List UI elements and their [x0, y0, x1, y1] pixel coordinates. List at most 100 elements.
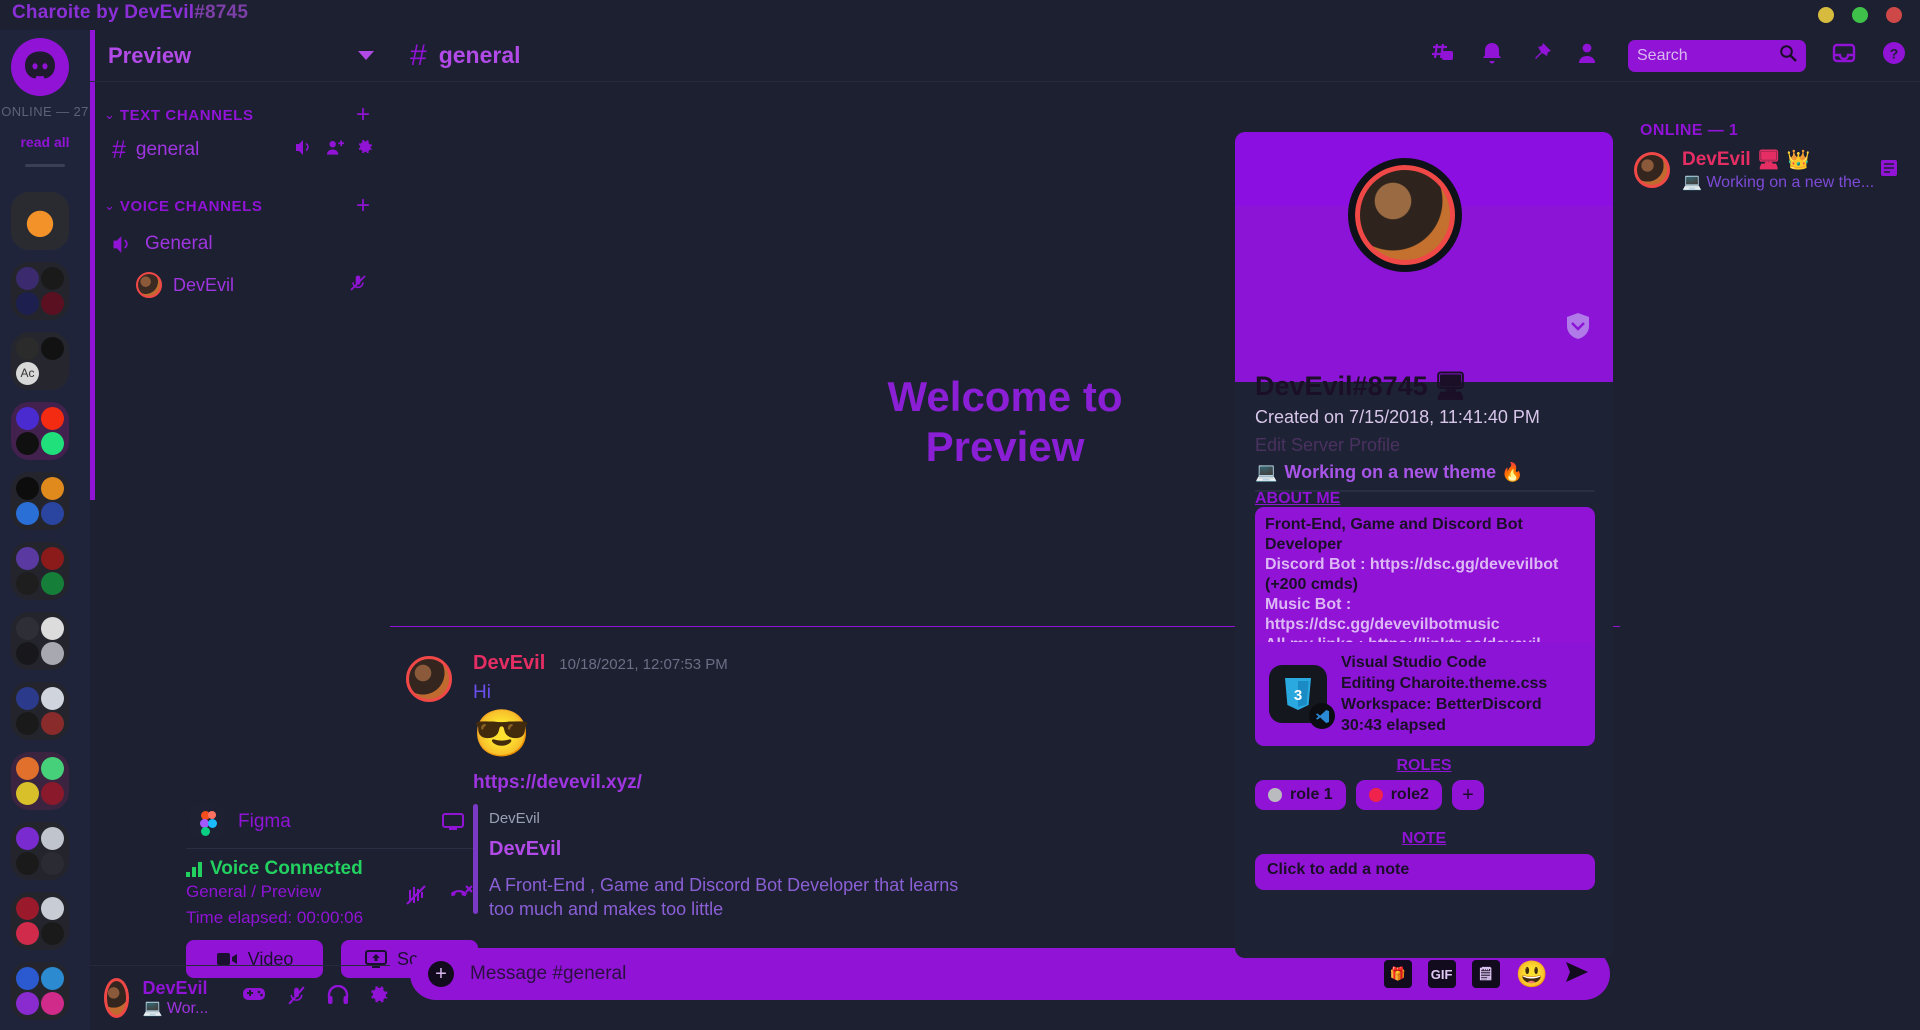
guild-icon-9[interactable] [11, 752, 69, 810]
gear-icon[interactable] [357, 139, 374, 161]
channel-actions [295, 139, 374, 161]
channel-header: # general Search ? [390, 30, 1920, 82]
sidebar-accent-bar [90, 30, 95, 500]
avatar[interactable] [406, 656, 452, 702]
add-member-icon[interactable] [326, 139, 345, 161]
avatar [1634, 152, 1670, 188]
mic-muted-icon [348, 273, 368, 298]
message-author[interactable]: DevEvil [473, 652, 545, 675]
guild-icon-12[interactable] [11, 962, 69, 1020]
role-color-dot [1368, 788, 1383, 802]
sticker-icon[interactable]: 🗒 [1471, 960, 1500, 988]
laptop-emoji-icon: 💻 [1255, 462, 1278, 482]
edit-server-profile-button[interactable]: Edit Server Profile [1255, 435, 1400, 456]
threads-icon[interactable] [1429, 42, 1455, 69]
profile-custom-status: 💻 Working on a new theme 🔥 [1255, 462, 1595, 483]
emoji-icon[interactable]: 😃 [1516, 961, 1548, 987]
inbox-icon[interactable] [1832, 42, 1856, 69]
bell-icon[interactable] [1481, 42, 1503, 70]
guild-icon-6[interactable] [11, 542, 69, 600]
guild-icon-5[interactable] [11, 472, 69, 530]
attach-button[interactable]: + [428, 961, 454, 987]
role-color-dot [1268, 788, 1282, 802]
avatar[interactable] [1348, 158, 1462, 272]
category-voice-channels[interactable]: ⌄ VOICE CHANNELS + [90, 193, 390, 219]
role-chip-2[interactable]: role2 [1355, 780, 1442, 810]
read-all-button[interactable]: read all [0, 134, 90, 150]
crown-icon: 👑 [1786, 150, 1811, 171]
svg-text:?: ? [1890, 46, 1899, 62]
role-label: role 1 [1290, 786, 1333, 803]
guild-icon-8[interactable] [11, 682, 69, 740]
headphones-icon[interactable] [327, 984, 349, 1011]
guild-icon-3[interactable]: Ac [11, 332, 69, 390]
embed-description: A Front-End , Game and Discord Bot Devel… [489, 875, 959, 919]
help-icon[interactable]: ? [1882, 41, 1906, 70]
message-link[interactable]: https://devevil.xyz/ [473, 772, 642, 794]
rail-online-count: ONLINE — 27 [1, 104, 89, 119]
add-role-button[interactable]: + [1451, 780, 1484, 810]
activity-workspace: Workspace: BetterDiscord [1341, 696, 1542, 713]
verified-shield-icon[interactable] [1565, 312, 1591, 345]
user-profile-popout: DevEvil#8745 🖥 Created on 7/15/2018, 11:… [1235, 132, 1613, 958]
note-placeholder: Click to add a note [1267, 861, 1410, 878]
member-name: DevEvil [1682, 149, 1751, 170]
speaker-icon[interactable] [295, 139, 314, 161]
category-label: TEXT CHANNELS [119, 106, 254, 124]
avatar[interactable] [104, 978, 130, 1018]
window-title-main: Charoite by DevEvil [12, 2, 195, 23]
home-button[interactable] [11, 38, 69, 96]
add-text-channel-button[interactable]: + [356, 103, 370, 127]
role-label: role2 [1390, 786, 1429, 803]
note-input[interactable]: Click to add a note [1255, 854, 1595, 890]
guild-icon-7[interactable] [11, 612, 69, 670]
message-emoji: 😎 [473, 707, 531, 759]
avatar [136, 272, 162, 298]
desktop-icon: 🖥 [1756, 150, 1781, 171]
about-me-heading: ABOUT ME [1255, 490, 1341, 507]
members-icon[interactable] [1578, 42, 1602, 69]
member-list: ONLINE — 1 DevEvil 🖥 👑 💻 Working on a ne… [1620, 82, 1920, 1030]
message-timestamp: 10/18/2021, 12:07:53 PM [559, 656, 728, 673]
gamepad-icon[interactable] [242, 985, 266, 1011]
channel-general-text[interactable]: # general [90, 133, 390, 167]
member-row-devevil[interactable]: DevEvil 🖥 👑 💻 Working on a new the... [1634, 146, 1920, 194]
mic-muted-icon[interactable] [286, 985, 307, 1011]
role-chip-1[interactable]: role 1 [1255, 780, 1346, 810]
profile-activity-card[interactable]: 3 Visual Studio Code Editing Charoite.th… [1255, 642, 1595, 746]
profile-username-row: DevEvil#8745 🖥 [1255, 370, 1468, 402]
voice-member-name: DevEvil [173, 274, 235, 295]
send-icon[interactable] [1564, 960, 1590, 989]
gift-icon[interactable]: 🎁 [1383, 960, 1412, 988]
voice-member-devevil[interactable]: DevEvil [90, 268, 390, 302]
css3-icon: 3 [1269, 665, 1335, 729]
minimize-button[interactable] [1818, 7, 1834, 23]
roles-list: role 1 role2 + [1255, 780, 1484, 810]
note-icon[interactable] [1880, 159, 1898, 182]
guild-icon-11[interactable] [11, 892, 69, 950]
guild-icon-1[interactable] [11, 192, 69, 250]
add-voice-channel-button[interactable]: + [356, 194, 370, 218]
guild-icon-4[interactable] [11, 402, 69, 460]
server-header[interactable]: Preview [90, 30, 390, 82]
figma-app-row[interactable]: Figma [190, 805, 291, 839]
chevron-down-icon: ⌄ [104, 198, 115, 213]
embed-title[interactable]: DevEvil [489, 838, 1073, 861]
profile-username: DevEvil#8745 [1255, 370, 1428, 401]
search-input[interactable]: Search [1628, 39, 1806, 72]
maximize-button[interactable] [1852, 7, 1868, 23]
guild-icon-2[interactable] [11, 262, 69, 320]
pin-icon[interactable] [1529, 42, 1552, 70]
about-line-1: Front-End, Game and Discord Bot Develope… [1265, 516, 1523, 553]
gif-button[interactable]: GIF [1427, 960, 1456, 988]
guild-icon-10[interactable] [11, 822, 69, 880]
svg-text:3: 3 [1294, 687, 1302, 704]
category-text-channels[interactable]: ⌄ TEXT CHANNELS + [90, 102, 390, 128]
activity-text: Visual Studio Code Editing Charoite.them… [1341, 652, 1547, 736]
message-input-actions: 🎁 GIF 🗒 😃 [1383, 960, 1590, 989]
vscode-icon [1309, 703, 1335, 729]
gear-icon[interactable] [369, 985, 390, 1011]
desktop-icon: 🖥 [1433, 371, 1468, 401]
close-button[interactable] [1886, 7, 1902, 23]
channel-general-voice[interactable]: General [90, 227, 390, 261]
